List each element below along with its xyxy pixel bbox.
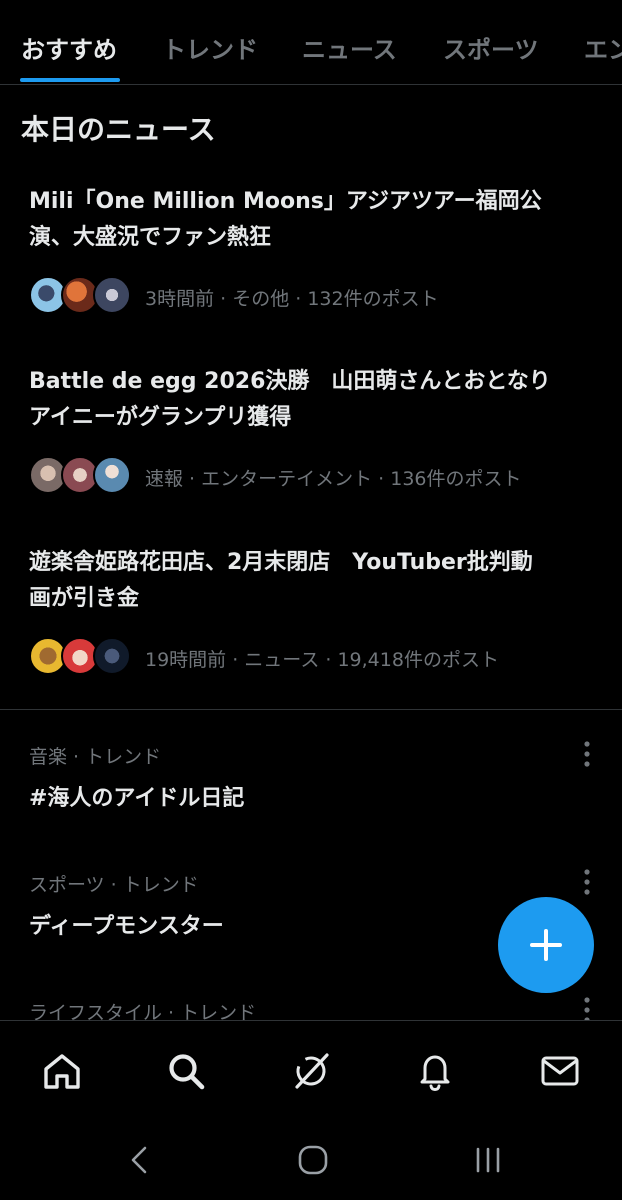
bell-icon[interactable] [413, 1049, 457, 1093]
system-navigation-bar [0, 1120, 622, 1200]
bottom-navigation [0, 1020, 622, 1121]
section-divider [0, 709, 622, 710]
avatar-stack [29, 456, 131, 496]
tab-sports[interactable]: スポーツ [443, 30, 539, 65]
section-title: 本日のニュース [21, 113, 216, 146]
trend-context: スポーツ · トレンド [29, 874, 199, 896]
news-meta: 速報 · エンターテイメント · 136件のポスト [145, 468, 522, 490]
avatar [93, 456, 131, 494]
news-meta: 3時間前 · その他 · 132件のポスト [145, 288, 439, 310]
search-icon[interactable] [164, 1049, 208, 1093]
news-item[interactable]: Mili「One Million Moons」アジアツアー福岡公 演、大盛況でフ… [0, 184, 622, 354]
tab-entertainment[interactable]: エンタメ [584, 30, 622, 65]
news-headline: 遊楽舎姫路花田店、2月末閉店 YouTuber批判動 画が引き金 [29, 550, 533, 611]
tab-trending[interactable]: トレンド [162, 30, 258, 65]
avatar [93, 637, 131, 675]
top-tab-bar: おすすめ トレンド ニュース スポーツ エンタメ [0, 0, 622, 85]
news-headline: Battle de egg 2026決勝 山田萌さんとおとなり アイニーがグラン… [29, 369, 551, 430]
mail-icon[interactable] [538, 1049, 582, 1093]
avatar-stack [29, 637, 131, 677]
avatar-stack [29, 276, 131, 316]
avatar [93, 276, 131, 314]
trend-context: 音楽 · トレンド [29, 746, 162, 768]
news-item[interactable]: Battle de egg 2026決勝 山田萌さんとおとなり アイニーがグラン… [0, 364, 622, 534]
plus-icon [530, 929, 562, 961]
news-meta-row: 19時間前 · ニュース · 19,418件のポスト [29, 637, 594, 677]
compose-button[interactable] [498, 897, 594, 993]
active-tab-indicator [20, 78, 120, 82]
home-icon[interactable] [40, 1049, 84, 1093]
home-circle-icon[interactable] [293, 1140, 333, 1180]
news-meta-row: 速報 · エンターテイメント · 136件のポスト [29, 456, 594, 496]
back-icon[interactable] [120, 1140, 160, 1180]
trend-item[interactable]: 音楽 · トレンド #海人のアイドル日記 [0, 741, 622, 852]
news-headline: Mili「One Million Moons」アジアツアー福岡公 演、大盛況でフ… [29, 189, 542, 250]
more-options-icon[interactable] [576, 866, 598, 898]
news-item[interactable]: 遊楽舎姫路花田店、2月末閉店 YouTuber批判動 画が引き金 19時間前 ·… [0, 545, 622, 715]
grok-icon[interactable] [289, 1049, 333, 1093]
more-options-icon[interactable] [576, 738, 598, 770]
trend-title: ディープモンスター [29, 914, 224, 939]
news-meta-row: 3時間前 · その他 · 132件のポスト [29, 276, 594, 316]
news-meta: 19時間前 · ニュース · 19,418件のポスト [145, 649, 499, 671]
recents-icon[interactable] [468, 1140, 508, 1180]
tab-recommended[interactable]: おすすめ [21, 30, 117, 65]
trend-title: #海人のアイドル日記 [29, 786, 245, 811]
tab-news[interactable]: ニュース [302, 30, 397, 65]
